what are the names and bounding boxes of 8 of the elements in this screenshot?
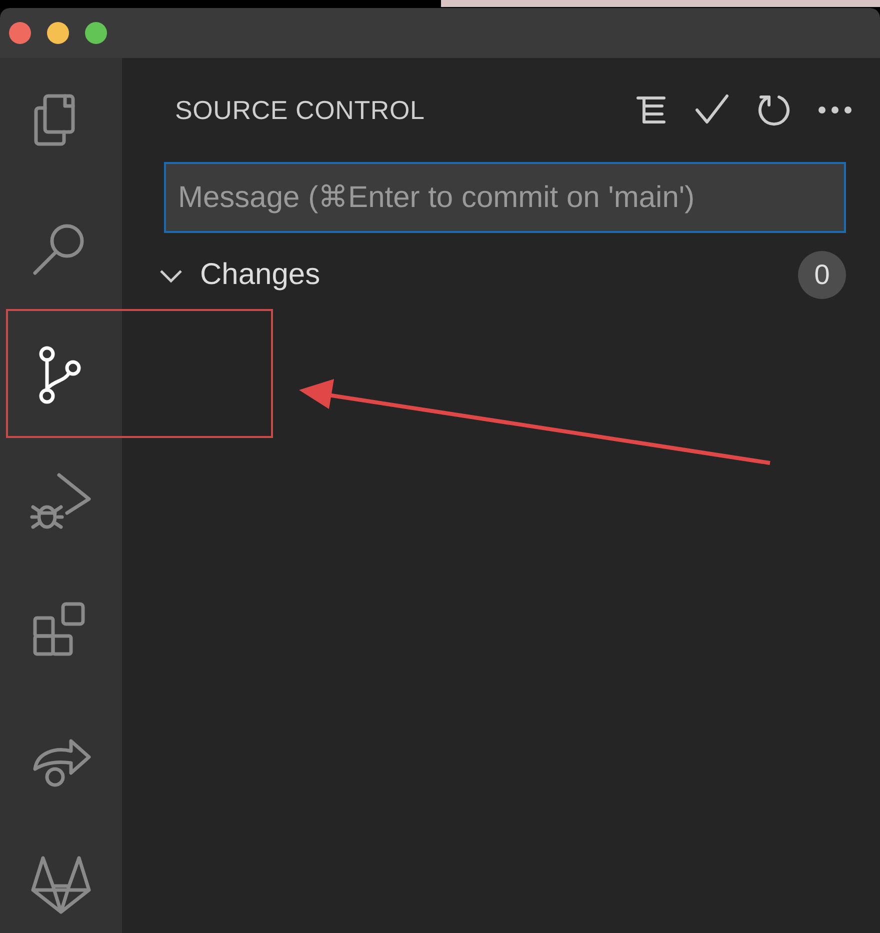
zoom-button[interactable]: [85, 22, 107, 44]
count-badge: 0: [798, 251, 846, 299]
minimize-button[interactable]: [47, 22, 69, 44]
close-button[interactable]: [9, 22, 31, 44]
commit-message-field[interactable]: Message (⌘Enter to commit on 'main'): [164, 162, 846, 233]
panel-title: SOURCE CONTROL: [175, 94, 426, 126]
more-actions-button[interactable]: [818, 105, 852, 115]
section-header[interactable]: Changes: [200, 258, 798, 292]
